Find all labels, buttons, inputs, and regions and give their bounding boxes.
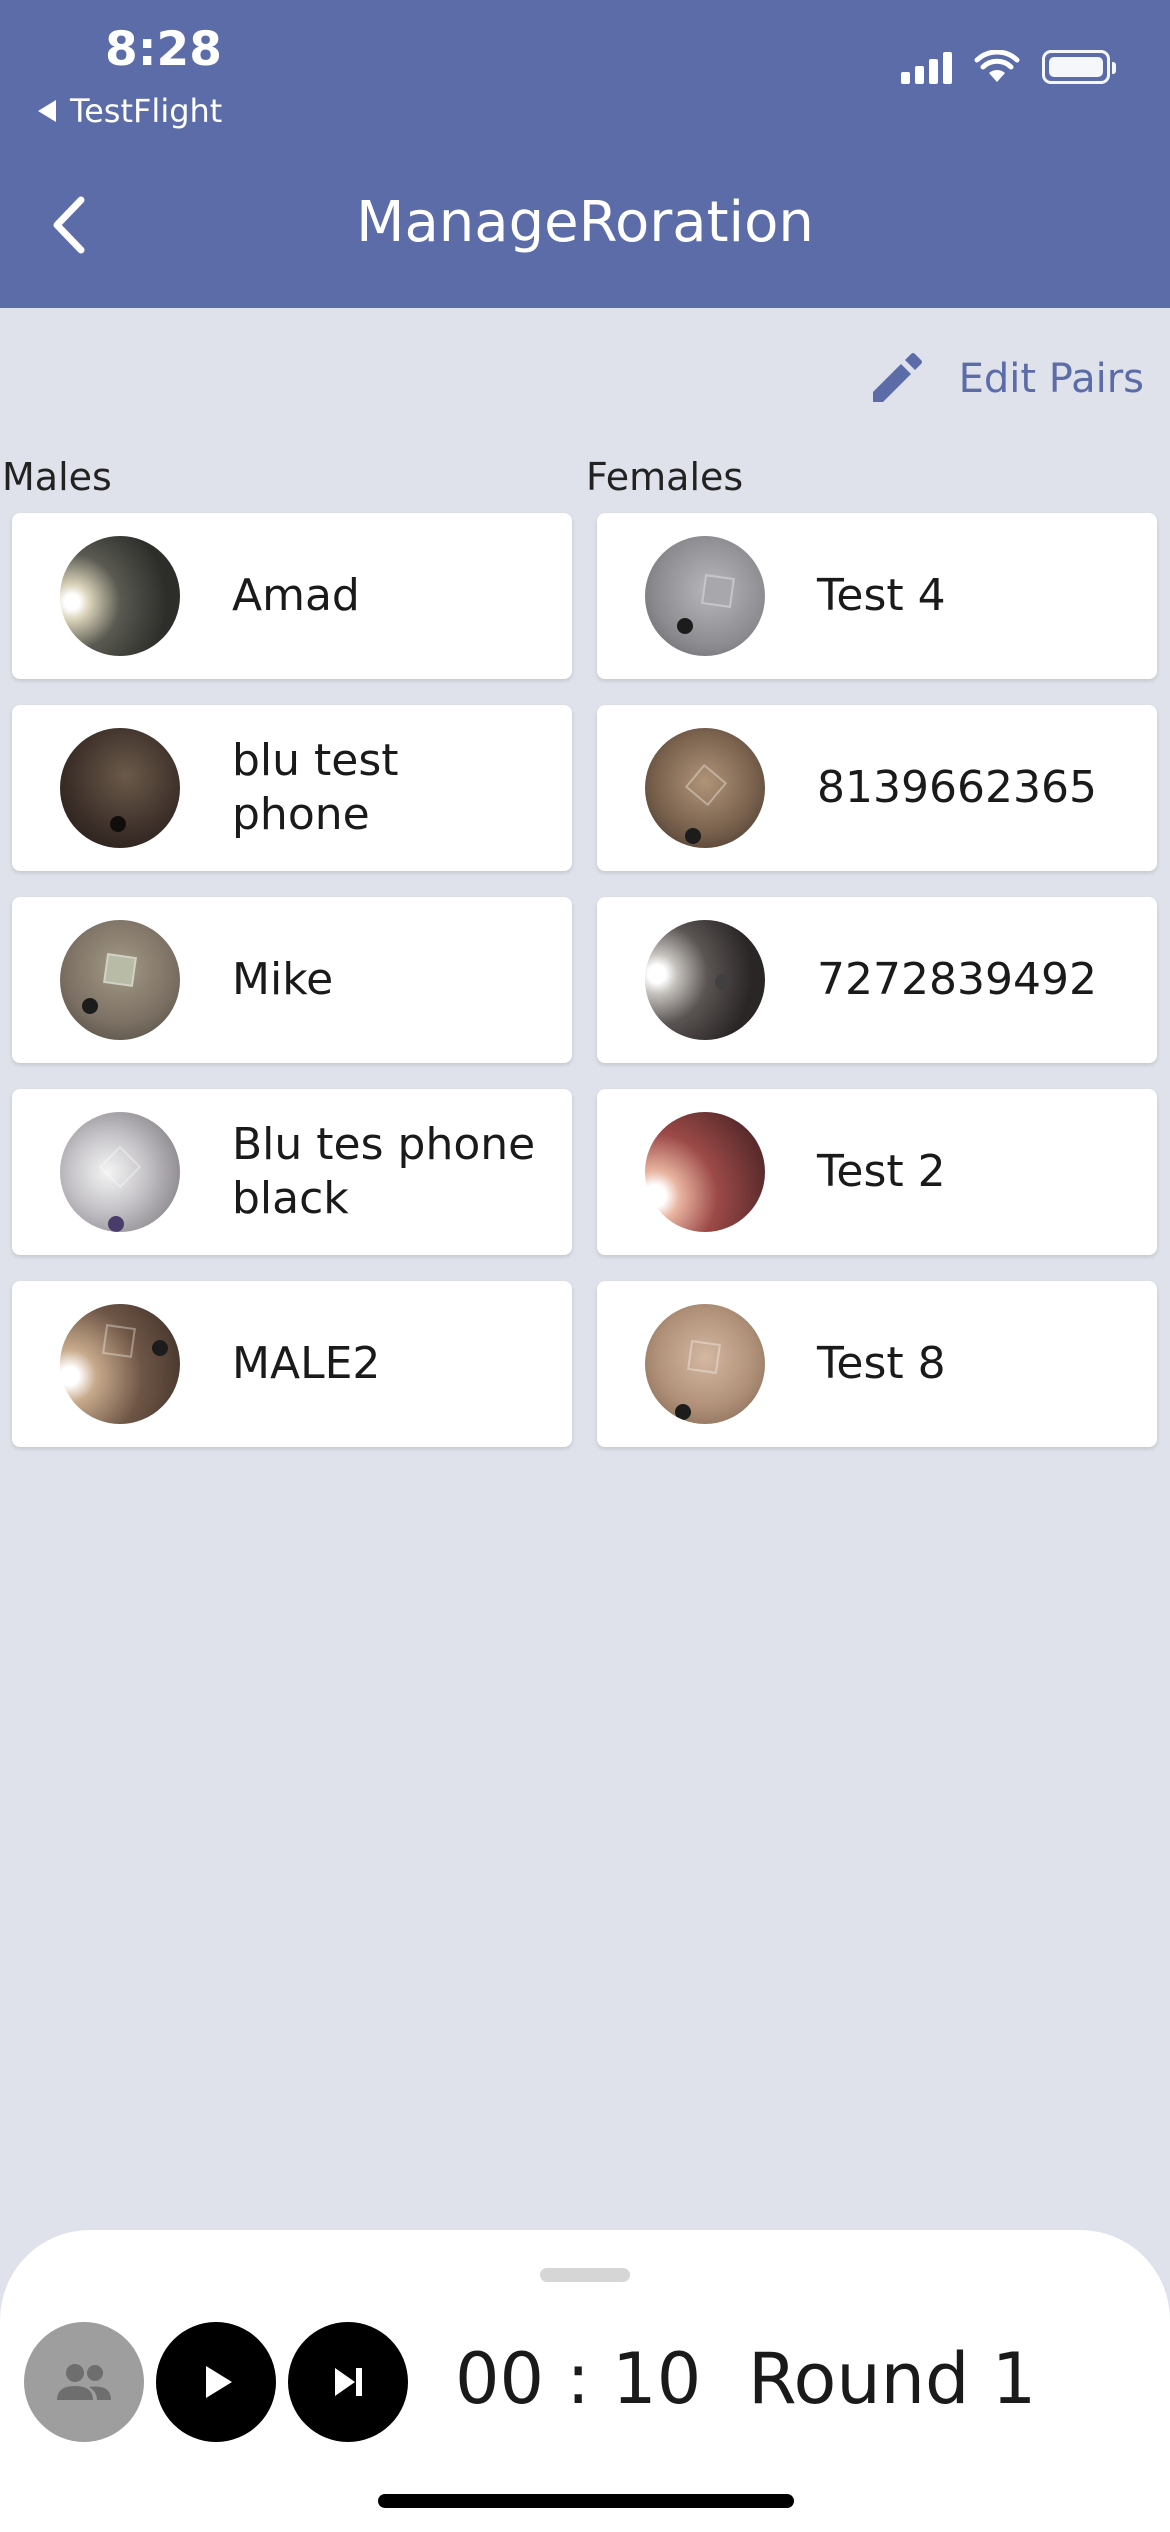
avatar	[60, 1112, 180, 1232]
manage-rotation-screen: 8:28 TestFlight ManageRoration Edit Pair…	[0, 0, 1170, 2532]
avatar	[60, 728, 180, 848]
page-title: ManageRoration	[356, 190, 814, 255]
male-card[interactable]: Amad	[12, 513, 572, 679]
back-triangle-icon	[38, 100, 56, 122]
participant-name: 8139662365	[817, 762, 1097, 813]
cellular-signal-icon	[901, 50, 952, 84]
female-card[interactable]: Test 4	[597, 513, 1157, 679]
avatar	[60, 536, 180, 656]
rotation-control-sheet: 00 : 10 Round 1	[0, 2230, 1170, 2532]
avatar	[60, 920, 180, 1040]
skip-next-icon	[335, 2368, 362, 2396]
avatar	[645, 728, 765, 848]
female-card[interactable]: Test 2	[597, 1089, 1157, 1255]
male-card[interactable]: Mike	[12, 897, 572, 1063]
female-card[interactable]: Test 8	[597, 1281, 1157, 1447]
skip-next-button[interactable]	[288, 2322, 408, 2442]
participant-name: Blu tes phone black	[232, 1119, 536, 1224]
sheet-grabber[interactable]	[540, 2268, 630, 2282]
wifi-icon	[974, 50, 1020, 82]
participant-name: Test 2	[817, 1146, 946, 1197]
male-card[interactable]: MALE2	[12, 1281, 572, 1447]
participant-name: Amad	[232, 570, 360, 621]
females-column-label: Females	[586, 455, 744, 499]
male-card[interactable]: Blu tes phone black	[12, 1089, 572, 1255]
play-button[interactable]	[156, 2322, 276, 2442]
participant-name: MALE2	[232, 1338, 381, 1389]
avatar	[645, 1112, 765, 1232]
header: 8:28 TestFlight ManageRoration	[0, 0, 1170, 308]
participant-name: Mike	[232, 954, 334, 1005]
round-label: Round 1	[748, 2338, 1037, 2420]
status-time: 8:28	[105, 22, 222, 77]
people-icon	[57, 2364, 111, 2400]
participant-name: blu test phone	[232, 735, 399, 840]
male-card[interactable]: blu test phone	[12, 705, 572, 871]
edit-pairs-button[interactable]: Edit Pairs	[867, 350, 1144, 408]
status-icons	[901, 50, 1116, 84]
edit-pairs-label: Edit Pairs	[958, 356, 1144, 402]
round-timer: 00 : 10	[455, 2338, 702, 2420]
battery-icon	[1042, 50, 1116, 84]
female-card[interactable]: 8139662365	[597, 705, 1157, 871]
female-card[interactable]: 7272839492	[597, 897, 1157, 1063]
group-button[interactable]	[24, 2322, 144, 2442]
males-column-label: Males	[2, 455, 112, 499]
home-indicator[interactable]	[378, 2494, 794, 2508]
participant-name: Test 4	[817, 570, 946, 621]
play-icon	[206, 2366, 232, 2398]
avatar	[645, 536, 765, 656]
pencil-icon	[872, 353, 922, 402]
avatar	[645, 920, 765, 1040]
back-to-app-link[interactable]: TestFlight	[38, 92, 222, 130]
participant-name: 7272839492	[817, 954, 1097, 1005]
avatar	[60, 1304, 180, 1424]
back-app-label: TestFlight	[70, 92, 223, 130]
avatar	[645, 1304, 765, 1424]
participant-name: Test 8	[817, 1338, 946, 1389]
